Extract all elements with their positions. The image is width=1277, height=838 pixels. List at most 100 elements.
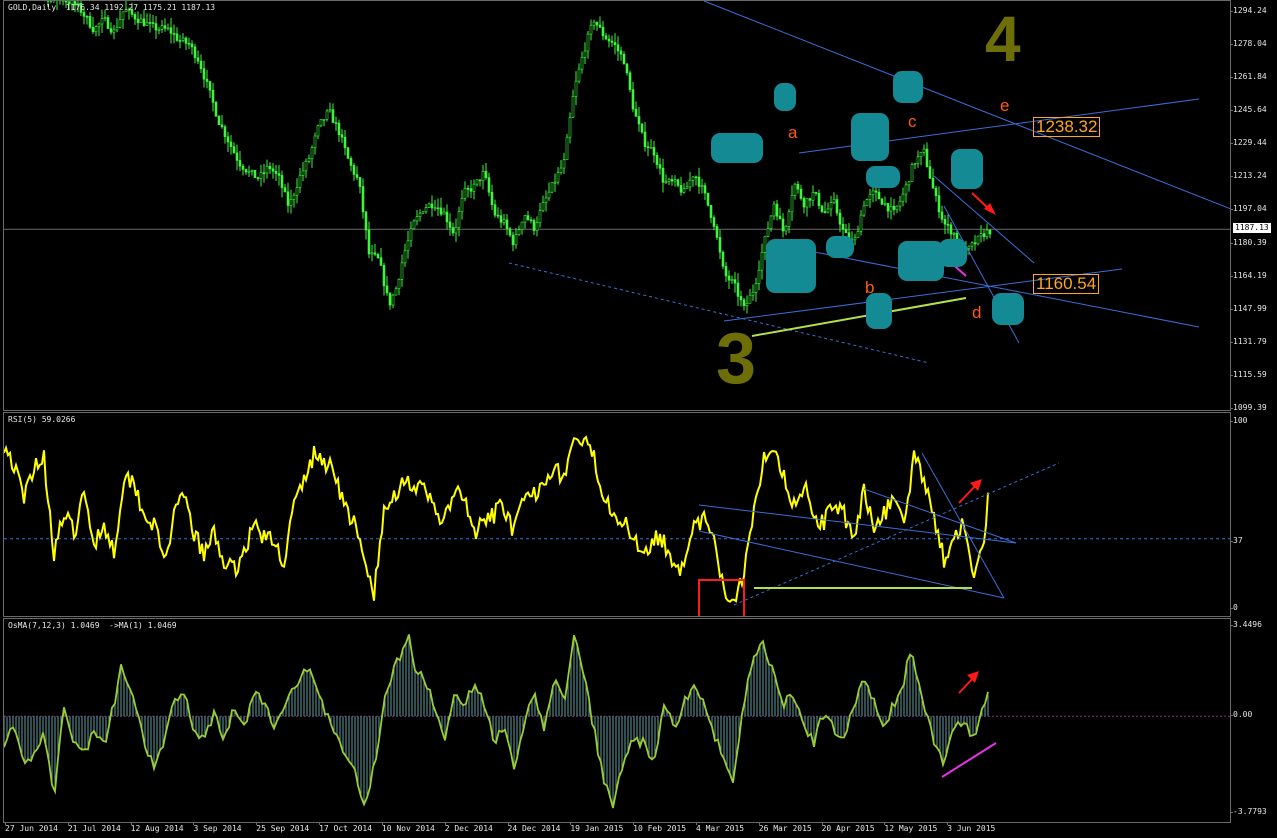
axis-tick [633, 822, 635, 825]
candle-body [922, 148, 926, 153]
handwritten-scribble [866, 293, 892, 329]
rsi-plot [4, 435, 1230, 616]
candle-body [328, 109, 332, 112]
candle-body [142, 18, 146, 26]
handwritten-scribble [893, 71, 923, 103]
candle-body [364, 211, 368, 231]
candle-body [682, 188, 686, 193]
candle-body [835, 199, 839, 214]
candle-body [259, 172, 263, 179]
candle-body [160, 25, 164, 30]
candle-body [544, 197, 548, 203]
candle-body [388, 292, 392, 306]
candle-body [874, 190, 878, 193]
osma-axis-label: 3.4496 [1233, 620, 1262, 629]
axis-tick [130, 822, 132, 825]
candle-body [568, 117, 572, 138]
axis-tick [381, 822, 383, 825]
candle-body [211, 89, 215, 103]
candle-body [400, 262, 404, 280]
candle-body [697, 176, 701, 187]
candle-body [193, 46, 197, 59]
candle-body [523, 215, 527, 223]
candle-body [604, 35, 608, 40]
candle-body [643, 131, 647, 147]
candle-body [250, 169, 254, 172]
candle-body [508, 228, 512, 236]
candle-body [730, 279, 734, 281]
candle-body [337, 122, 341, 136]
candle-body [421, 211, 425, 214]
candle-body [247, 170, 251, 173]
candle-body [979, 233, 983, 237]
candle-body [562, 159, 566, 169]
candle-body [802, 198, 806, 208]
handwritten-scribble [939, 239, 967, 267]
candle-body [403, 250, 407, 264]
candle-body [925, 148, 929, 167]
candle-body [460, 198, 464, 213]
candle-body [823, 211, 827, 213]
candle-body [766, 228, 770, 237]
candle-body [217, 115, 221, 126]
osma-axis-label: -3.7793 [1233, 807, 1267, 816]
candle-body [331, 109, 335, 123]
candle-body [406, 240, 410, 252]
time-axis-label: 19 Jan 2015 [570, 824, 624, 833]
rsi-line [4, 435, 989, 603]
axis-tick [884, 822, 886, 825]
candle-body [307, 158, 311, 162]
candle-body [538, 210, 542, 223]
axis-tick [319, 822, 321, 825]
candle-body [583, 50, 587, 58]
candle-body [616, 44, 620, 52]
candle-body [724, 265, 728, 277]
handwritten-scribble [992, 293, 1024, 325]
handwritten-scribble [851, 113, 889, 161]
candle-body [886, 203, 890, 212]
time-axis-label: 26 Mar 2015 [758, 824, 812, 833]
candle-body [301, 170, 305, 176]
candle-body [454, 227, 458, 234]
axis-tick [256, 822, 258, 825]
handwritten-scribble [766, 239, 816, 293]
candle-body [784, 226, 788, 232]
candle-body [556, 172, 560, 183]
candle-body [619, 50, 623, 55]
candle-body [829, 202, 833, 210]
candle-body [667, 179, 671, 182]
candle-body [85, 15, 89, 18]
rsi-indicator-pane[interactable]: RSI(5) 59.0266 [3, 412, 1231, 617]
time-axis-label: 17 Oct 2014 [319, 824, 373, 833]
handwritten-scribble [951, 149, 983, 189]
candle-body [265, 166, 269, 174]
candle-body [937, 195, 941, 213]
candle-body [931, 177, 935, 189]
handwritten-scribble [711, 133, 763, 163]
candle-body [496, 214, 500, 217]
candle-body [412, 220, 416, 230]
axis-tick [1230, 209, 1233, 211]
candle-body [394, 288, 398, 296]
candle-body [82, 12, 86, 17]
candle-body [511, 234, 515, 246]
candle-body [946, 223, 950, 226]
time-axis-label: 12 Aug 2014 [130, 824, 184, 833]
candle-body [685, 186, 689, 190]
candle-body [109, 28, 113, 33]
candle-body [526, 215, 530, 220]
candle-body [550, 182, 554, 193]
wave-3-handwritten: 3 [716, 319, 757, 399]
candle-body [319, 119, 323, 127]
candle-body [586, 33, 590, 52]
candle-body [229, 141, 233, 147]
lower-price-box: 1160.54 [1033, 274, 1100, 294]
candle-body [475, 179, 479, 185]
price-chart-pane[interactable]: GOLD,Daily 1176.34 1192.27 1175.21 1187.… [3, 0, 1231, 411]
rsi-red-arrow-shaft [958, 484, 977, 504]
rsi-trend-line [698, 504, 1017, 544]
candle-body [595, 21, 599, 26]
osma-indicator-pane[interactable]: OsMA(7,12,3) 1.0469 ->MA(1) 1.0469 [3, 618, 1231, 823]
candle-body [415, 216, 419, 222]
price-axis-label: 1245.64 [1233, 105, 1267, 115]
